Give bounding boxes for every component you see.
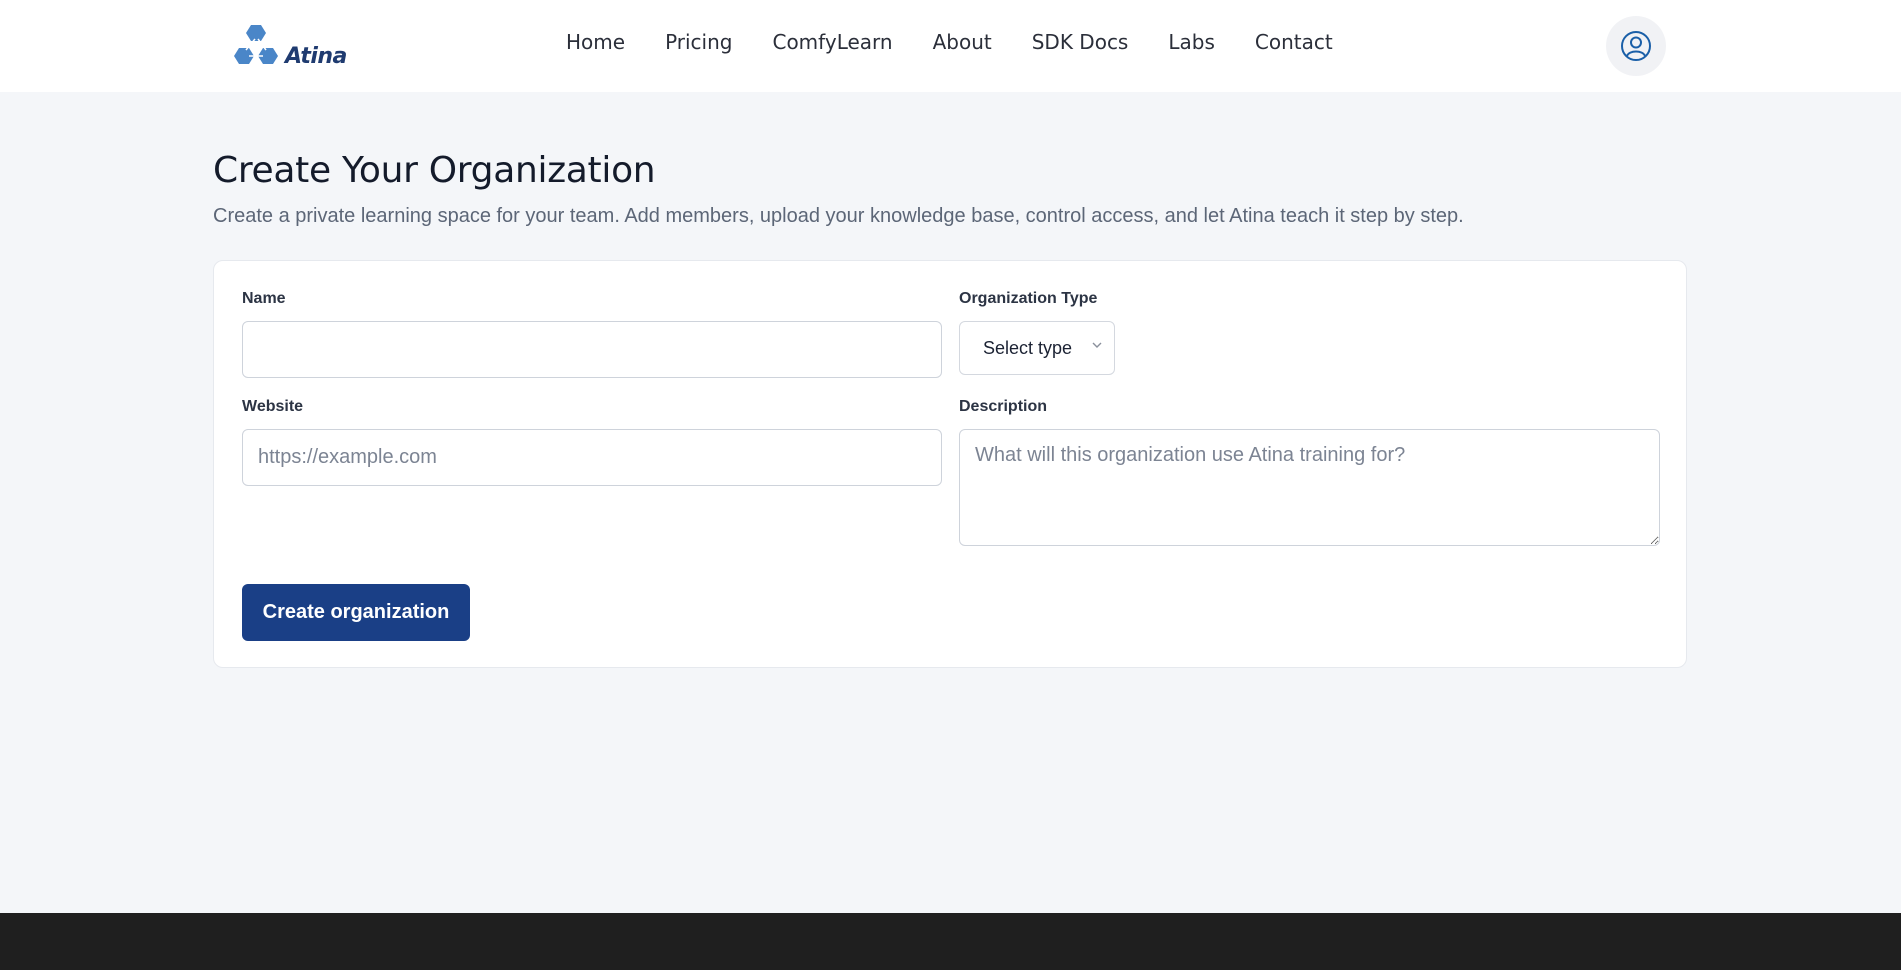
brand-logo[interactable]: Atina [233, 22, 347, 72]
organization-type-selected-value: Select type [983, 337, 1073, 358]
brand-name: Atina [285, 44, 347, 69]
organization-type-select[interactable]: Select type [959, 321, 1115, 375]
page-footer [0, 913, 1901, 970]
user-circle-icon [1621, 31, 1651, 61]
chevron-down-icon [1092, 342, 1102, 348]
description-label: Description [959, 398, 1048, 415]
nav-link-contact[interactable]: Contact [1255, 30, 1333, 54]
page-title: Create Your Organization [213, 150, 656, 191]
nav-link-labs[interactable]: Labs [1168, 30, 1215, 54]
nav-link-pricing[interactable]: Pricing [665, 30, 732, 54]
nav-link-comfylearn[interactable]: ComfyLearn [772, 30, 892, 54]
website-input[interactable] [242, 429, 942, 486]
nav-link-home[interactable]: Home [566, 30, 625, 54]
name-label: Name [242, 290, 286, 307]
page-subtitle: Create a private learning space for your… [213, 205, 1464, 227]
create-organization-button[interactable]: Create organization [242, 584, 470, 641]
profile-button[interactable] [1606, 16, 1666, 76]
website-label: Website [242, 398, 304, 415]
top-navbar: Atina Home Pricing ComfyLearn About SDK … [0, 0, 1901, 92]
description-textarea[interactable] [959, 429, 1660, 546]
atina-logo-mark-icon [234, 25, 278, 64]
create-organization-form: Name Organization Type Select type Websi… [213, 260, 1687, 668]
main-nav: Home Pricing ComfyLearn About SDK Docs L… [566, 30, 1373, 54]
nav-link-sdk-docs[interactable]: SDK Docs [1032, 30, 1129, 54]
nav-link-about[interactable]: About [933, 30, 992, 54]
name-input[interactable] [242, 321, 942, 378]
organization-type-label: Organization Type [959, 290, 1098, 307]
